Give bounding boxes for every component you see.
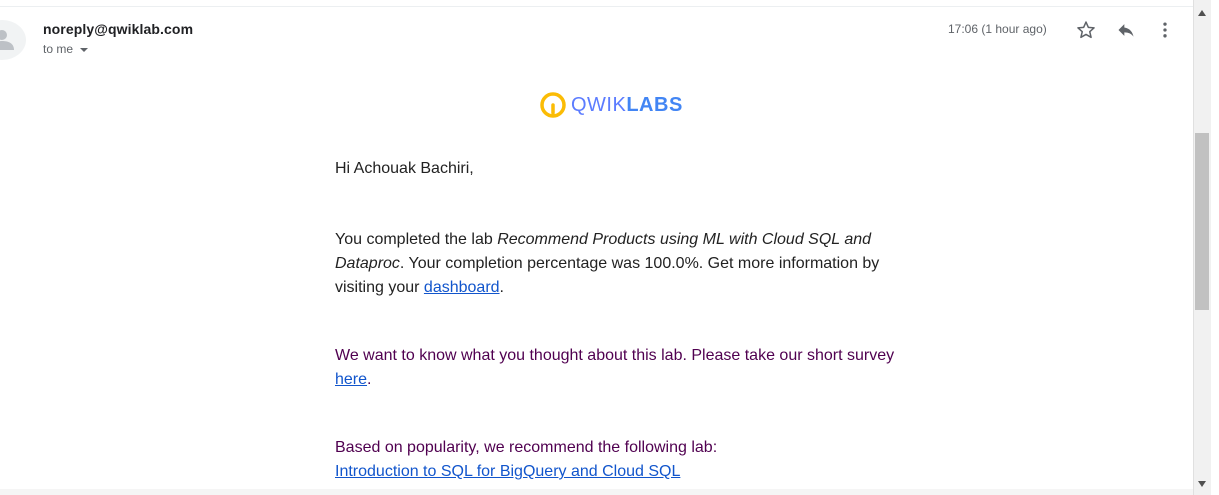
bottom-edge	[0, 489, 1193, 495]
more-vert-icon	[1163, 22, 1167, 38]
dashboard-link[interactable]: dashboard	[424, 279, 500, 296]
completion-end: .	[499, 279, 504, 296]
qwiklabs-logo-icon	[540, 92, 566, 118]
reply-button[interactable]	[1114, 18, 1138, 42]
timestamp: 17:06 (1 hour ago)	[948, 22, 1047, 36]
reply-icon	[1118, 24, 1134, 37]
scroll-up-arrow-icon[interactable]	[1198, 10, 1206, 16]
survey-text: We want to know what you thought about t…	[335, 347, 895, 364]
chevron-down-icon	[80, 47, 89, 52]
logo-text-qwik: QWIK	[571, 93, 627, 116]
recommendation-text: Based on popularity, we recommend the fo…	[335, 439, 718, 456]
survey-end: .	[367, 371, 372, 388]
more-options-button[interactable]	[1153, 18, 1177, 42]
greeting-text: Hi Achouak Bachiri,	[335, 160, 474, 177]
recommended-lab-link[interactable]: Introduction to SQL for BigQuery and Clo…	[335, 463, 680, 480]
sender-address[interactable]: noreply@qwiklab.com	[43, 21, 193, 37]
completion-details: . Your completion percentage was 100.0%.…	[335, 255, 880, 296]
scroll-down-arrow-icon[interactable]	[1198, 481, 1206, 487]
vertical-scrollbar[interactable]	[1193, 0, 1211, 495]
avatar[interactable]	[0, 20, 26, 60]
logo-text-labs: LABS	[626, 93, 683, 116]
completion-intro: You completed the lab	[335, 231, 498, 248]
recipient-dropdown[interactable]: to me	[43, 42, 89, 56]
completion-paragraph: You completed the lab Recommend Products…	[335, 228, 895, 300]
star-button[interactable]	[1074, 18, 1098, 42]
survey-link[interactable]: here	[335, 371, 367, 388]
recommendation-paragraph: Based on popularity, we recommend the fo…	[335, 436, 895, 484]
survey-paragraph: We want to know what you thought about t…	[335, 344, 895, 392]
person-icon	[0, 30, 14, 50]
scrollbar-thumb[interactable]	[1195, 133, 1209, 310]
recipient-label: to me	[43, 42, 74, 56]
star-icon	[1077, 21, 1095, 39]
header-divider	[0, 0, 1193, 7]
qwiklabs-logo: QWIKLABS	[540, 92, 683, 118]
